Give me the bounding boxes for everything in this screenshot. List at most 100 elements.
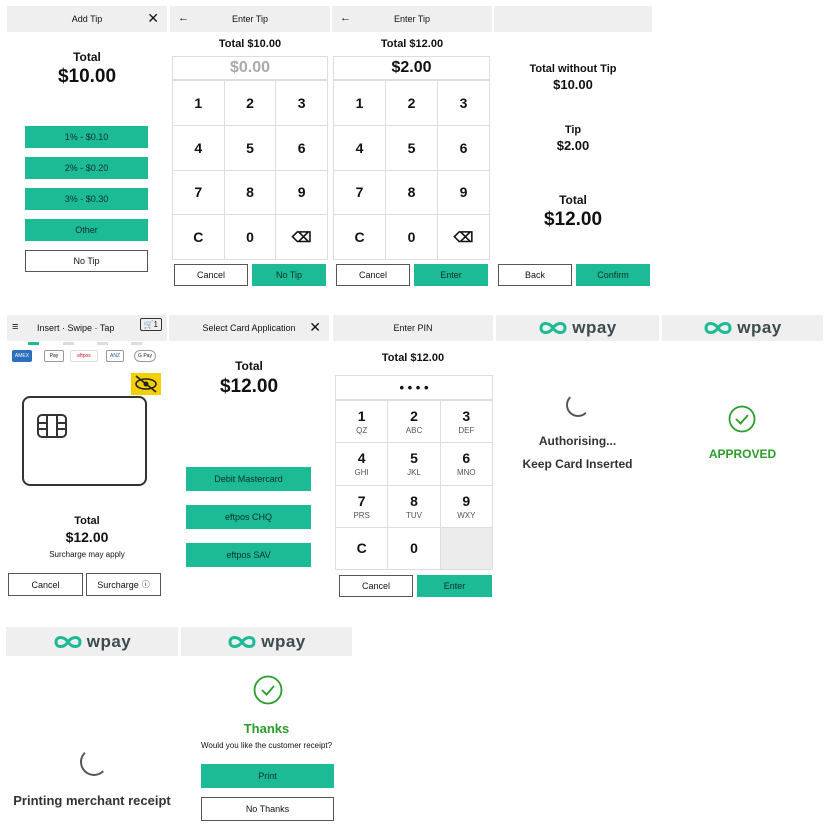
amex-icon: AMEX (12, 350, 32, 362)
keep-card-text: Keep Card Inserted (522, 457, 633, 471)
key-3[interactable]: 3 (438, 81, 490, 126)
surcharge-label: Surcharge (97, 579, 139, 590)
key-5[interactable]: 5 (386, 125, 438, 171)
key-clear[interactable]: C (173, 215, 225, 260)
enter-tip-screen-filled: ← Enter Tip Total $12.00 $2.00 1 2 3 4 5… (332, 6, 492, 286)
confirm-button[interactable]: Confirm (576, 264, 650, 286)
key-0[interactable]: 0 (388, 527, 441, 570)
total-text: Total $12.00 (381, 352, 445, 364)
wpay-logo: wpay (181, 627, 352, 656)
loading-spinner-icon (80, 748, 108, 776)
key-9[interactable]: 9 WXY (440, 485, 493, 528)
thanks-title: Thanks (243, 721, 290, 736)
enter-pin-screen: Enter PIN Total $12.00 • • • • 1 QZ 2 ABC … (333, 315, 493, 600)
cart-icon[interactable]: 🛒1 (139, 318, 162, 331)
total-text: Total $10.00 (218, 38, 282, 50)
no-tip-button[interactable]: No Tip (25, 250, 148, 272)
key-6[interactable]: 6 (276, 125, 328, 171)
key-3[interactable]: 3 (276, 81, 328, 126)
tip-value: $2.00 (556, 138, 590, 153)
cancel-button[interactable]: Cancel (339, 575, 413, 597)
menu-icon[interactable]: ≡ (12, 321, 18, 333)
chip-icon (37, 414, 67, 438)
print-button[interactable]: Print (201, 764, 334, 788)
key-6[interactable]: 6 MNO (440, 443, 493, 486)
cancel-button[interactable]: Cancel (336, 264, 410, 286)
tip-label: Tip (564, 124, 582, 136)
back-button[interactable]: Back (498, 264, 572, 286)
backspace-icon[interactable]: ⌫ (276, 215, 328, 260)
key-clear[interactable]: C (334, 215, 386, 260)
tip-summary-screen: Total without Tip $10.00 Tip $2.00 Total… (494, 6, 652, 286)
progress-indicator (131, 342, 142, 345)
header (494, 6, 652, 32)
tip-option-1[interactable]: 1% - $0.10 (25, 126, 148, 148)
enter-button[interactable]: Enter (417, 575, 492, 597)
app-debit-mastercard[interactable]: Debit Mastercard (186, 467, 311, 491)
total-label: Total (235, 359, 263, 373)
header: ← Enter Tip (332, 6, 492, 32)
key-9[interactable]: 9 (438, 170, 490, 216)
card-illustration (22, 396, 147, 486)
total-label: Total (559, 193, 587, 207)
key-1[interactable]: 1 QZ (336, 401, 389, 444)
backspace-icon[interactable]: ⌫ (438, 215, 490, 260)
without-tip-value: $10.00 (553, 77, 593, 92)
key-8[interactable]: 8 (386, 170, 438, 216)
key-8[interactable]: 8 (224, 170, 277, 216)
surcharge-button[interactable]: Surcharge ⓘ (86, 573, 161, 596)
progress-indicator (97, 342, 108, 345)
key-5[interactable]: 5 JKL (388, 443, 441, 486)
key-1[interactable]: 1 (173, 81, 225, 126)
close-icon[interactable]: ✕ (147, 10, 159, 27)
cancel-button[interactable]: Cancel (8, 573, 83, 596)
visually-impaired-icon[interactable] (131, 373, 161, 395)
pin-display: • • • • (335, 375, 493, 400)
key-2[interactable]: 2 (224, 81, 277, 126)
back-arrow-icon[interactable]: ← (340, 12, 351, 24)
tip-option-3[interactable]: 3% - $0.30 (25, 188, 148, 210)
tip-option-other[interactable]: Other (25, 219, 148, 241)
wpay-wordmark: wpay (261, 631, 306, 651)
google-pay-icon: G Pay (134, 350, 156, 362)
total-value: $10.00 (57, 66, 117, 87)
wpay-infinity-icon (54, 635, 82, 648)
wpay-logo: wpay (496, 315, 659, 341)
app-eftpos-sav[interactable]: eftpos SAV (186, 543, 311, 567)
key-9[interactable]: 9 (276, 170, 328, 216)
close-icon[interactable]: ✕ (309, 319, 321, 336)
no-tip-button[interactable]: No Tip (252, 264, 326, 286)
key-0[interactable]: 0 (224, 215, 277, 260)
tip-option-2[interactable]: 2% - $0.20 (25, 157, 148, 179)
key-5[interactable]: 5 (224, 125, 277, 171)
keypad: 1 2 3 4 5 6 7 8 9 C 0 ⌫ (333, 80, 490, 260)
approved-screen: wpay APPROVED (662, 315, 823, 515)
key-4[interactable]: 4 (334, 125, 386, 171)
header-title: Enter Tip (231, 14, 269, 24)
wpay-infinity-icon (228, 635, 256, 648)
key-6[interactable]: 6 (438, 125, 490, 171)
progress-indicator (63, 342, 74, 345)
key-7[interactable]: 7 PRS (336, 485, 389, 528)
no-thanks-button[interactable]: No Thanks (201, 797, 334, 821)
key-8[interactable]: 8 TUV (388, 485, 441, 528)
app-eftpos-chq[interactable]: eftpos CHQ (186, 505, 311, 529)
key-7[interactable]: 7 (173, 170, 225, 216)
key-2[interactable]: 2 ABC (388, 401, 441, 444)
key-3[interactable]: 3 DEF (440, 401, 493, 444)
header: Enter PIN (333, 315, 493, 341)
key-clear[interactable]: C (336, 527, 389, 570)
key-7[interactable]: 7 (334, 170, 386, 216)
key-4[interactable]: 4 (173, 125, 225, 171)
key-1[interactable]: 1 (334, 81, 386, 126)
back-arrow-icon[interactable]: ← (178, 12, 189, 24)
enter-button[interactable]: Enter (414, 264, 488, 286)
header-title: Select Card Application (202, 323, 296, 333)
key-4[interactable]: 4 GHI (336, 443, 389, 486)
header: wpay (181, 627, 352, 656)
progress-indicator (28, 342, 39, 345)
cancel-button[interactable]: Cancel (174, 264, 248, 286)
authorising-text: Authorising... (538, 434, 617, 448)
key-0[interactable]: 0 (386, 215, 438, 260)
key-2[interactable]: 2 (386, 81, 438, 126)
